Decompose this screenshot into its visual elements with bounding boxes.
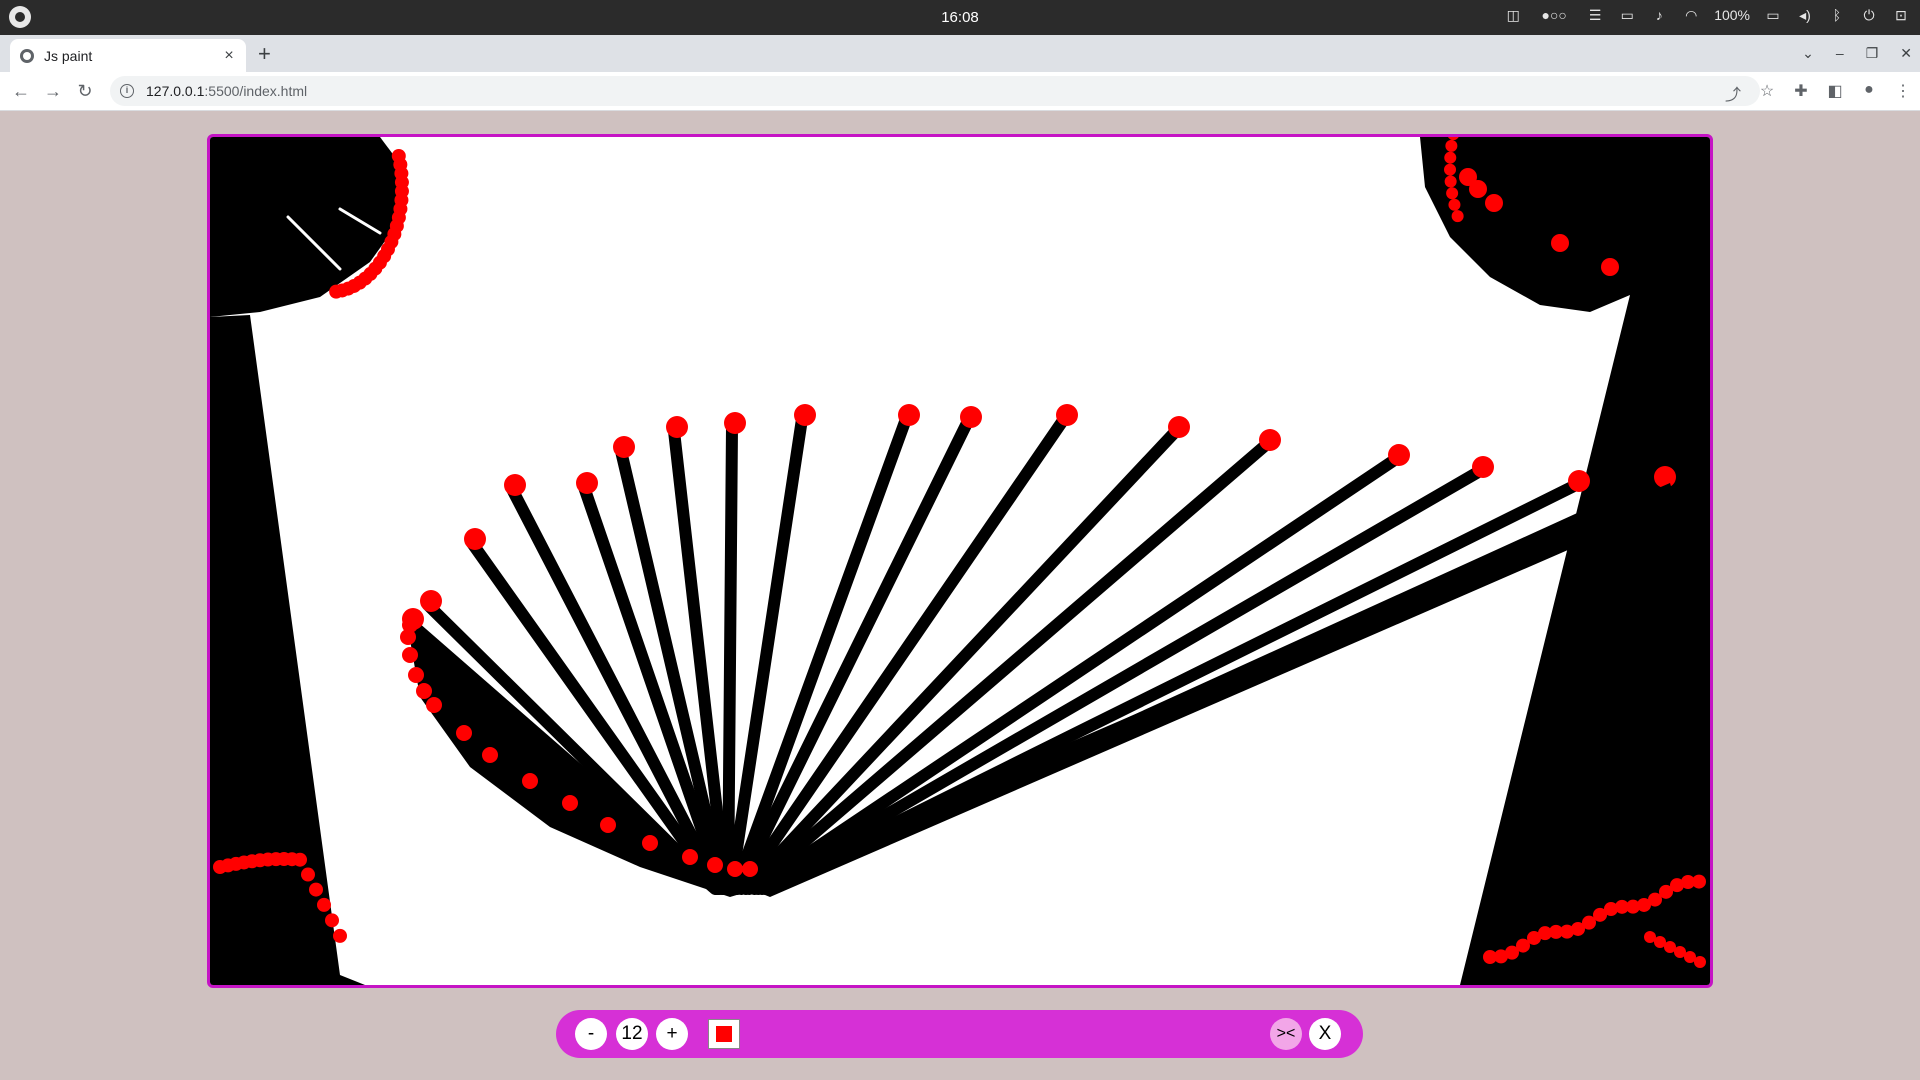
globe-icon bbox=[20, 48, 34, 63]
workspace-indicator-icon[interactable]: ●○○ bbox=[1536, 7, 1572, 23]
more-menu-icon[interactable]: ⋮ bbox=[1894, 81, 1912, 105]
reload-icon[interactable]: ↻ bbox=[74, 80, 96, 102]
forward-icon[interactable]: → bbox=[42, 80, 64, 102]
decrease-size-button[interactable]: - bbox=[575, 1018, 607, 1050]
minimize-icon[interactable]: – bbox=[1836, 45, 1844, 62]
tab-js-paint[interactable]: Js paint × bbox=[10, 39, 246, 72]
browser-toolbar: ← → ↻ i 127.0.0.1:5500/index.html ⤴ ☆ ✚ … bbox=[0, 72, 1920, 111]
restore-icon[interactable]: ❐ bbox=[1866, 45, 1879, 62]
close-window-icon[interactable]: ✕ bbox=[1900, 45, 1912, 62]
tab-title: Js paint bbox=[44, 47, 93, 64]
tab-strip: Js paint × + ⌄ – ❐ ✕ bbox=[0, 35, 1920, 72]
system-tray: ◫ ●○○ ☰ ▭ ♪ ◠ 100% ▭ ◂) ᛒ ⏻ ⊡ bbox=[1504, 7, 1910, 23]
wifi-icon[interactable]: ◠ bbox=[1682, 7, 1700, 23]
battery-icon[interactable]: ▭ bbox=[1764, 7, 1782, 23]
toolbar-actions: ⤴ ☆ ✚ ◧ ● ⋮ bbox=[1724, 81, 1912, 105]
address-bar[interactable]: i 127.0.0.1:5500/index.html bbox=[110, 76, 1760, 106]
profile-avatar-icon[interactable]: ● bbox=[1860, 81, 1878, 105]
nvidia-icon[interactable]: ◫ bbox=[1504, 7, 1522, 23]
clear-button[interactable]: X bbox=[1309, 1018, 1341, 1050]
back-icon[interactable]: ← bbox=[10, 80, 32, 102]
brush-size-display: 12 bbox=[616, 1018, 648, 1050]
share-icon[interactable]: ⤴ bbox=[1724, 81, 1742, 105]
url-path: :5500/index.html bbox=[204, 83, 308, 99]
side-panel-icon[interactable]: ◧ bbox=[1826, 81, 1844, 105]
bluetooth-icon[interactable]: ᛒ bbox=[1828, 7, 1846, 23]
panel-icon[interactable]: ⊡ bbox=[1892, 7, 1910, 23]
tab-search-icon[interactable]: ⌄ bbox=[1802, 45, 1814, 62]
color-picker[interactable] bbox=[708, 1019, 740, 1049]
shrink-button[interactable]: >< bbox=[1270, 1018, 1302, 1050]
folder-icon[interactable]: ▭ bbox=[1618, 7, 1636, 23]
site-info-icon[interactable]: i bbox=[120, 84, 134, 98]
window-controls: ⌄ – ❐ ✕ bbox=[1802, 45, 1912, 62]
url-host: 127.0.0.1 bbox=[146, 83, 205, 99]
increase-size-button[interactable]: + bbox=[656, 1018, 688, 1050]
volume-icon[interactable]: ◂) bbox=[1796, 7, 1814, 23]
color-swatch bbox=[716, 1026, 732, 1042]
menu-icon[interactable]: ☰ bbox=[1586, 7, 1604, 23]
extensions-icon[interactable]: ✚ bbox=[1792, 81, 1810, 105]
power-icon[interactable]: ⏻ bbox=[1860, 7, 1878, 23]
bookmark-star-icon[interactable]: ☆ bbox=[1758, 81, 1776, 105]
canvas-drawing bbox=[210, 137, 1710, 985]
battery-percent: 100% bbox=[1714, 7, 1750, 23]
close-tab-icon[interactable]: × bbox=[218, 47, 240, 65]
paint-toolbar: - 12 + >< X bbox=[556, 1010, 1363, 1058]
new-tab-button[interactable]: + bbox=[258, 43, 271, 65]
bell-icon[interactable]: ♪ bbox=[1650, 7, 1668, 23]
os-top-bar: 16:08 ◫ ●○○ ☰ ▭ ♪ ◠ 100% ▭ ◂) ᛒ ⏻ ⊡ bbox=[0, 0, 1920, 35]
paint-canvas[interactable] bbox=[207, 134, 1713, 988]
